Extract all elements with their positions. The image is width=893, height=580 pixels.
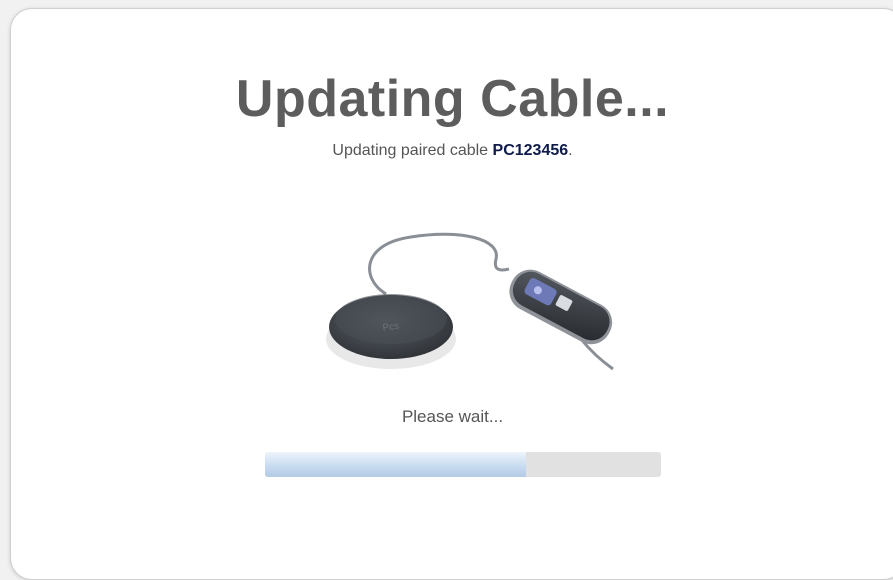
update-subtitle: Updating paired cable PC123456. — [11, 142, 893, 160]
page-title: Updating Cable... — [235, 70, 670, 128]
subtitle-suffix: . — [568, 142, 573, 159]
progress-fill — [265, 452, 527, 477]
subtitle-prefix: Updating paired cable — [332, 142, 493, 159]
status-text: Please wait... — [401, 407, 504, 426]
update-progress-bar — [265, 452, 661, 477]
update-dialog: Updating Cable... Updating paired cable … — [10, 8, 893, 580]
brand-mark: Pcs — [382, 321, 400, 334]
cable-serial: PC123456 — [492, 142, 569, 159]
cable-device-image: Pcs — [326, 232, 614, 371]
